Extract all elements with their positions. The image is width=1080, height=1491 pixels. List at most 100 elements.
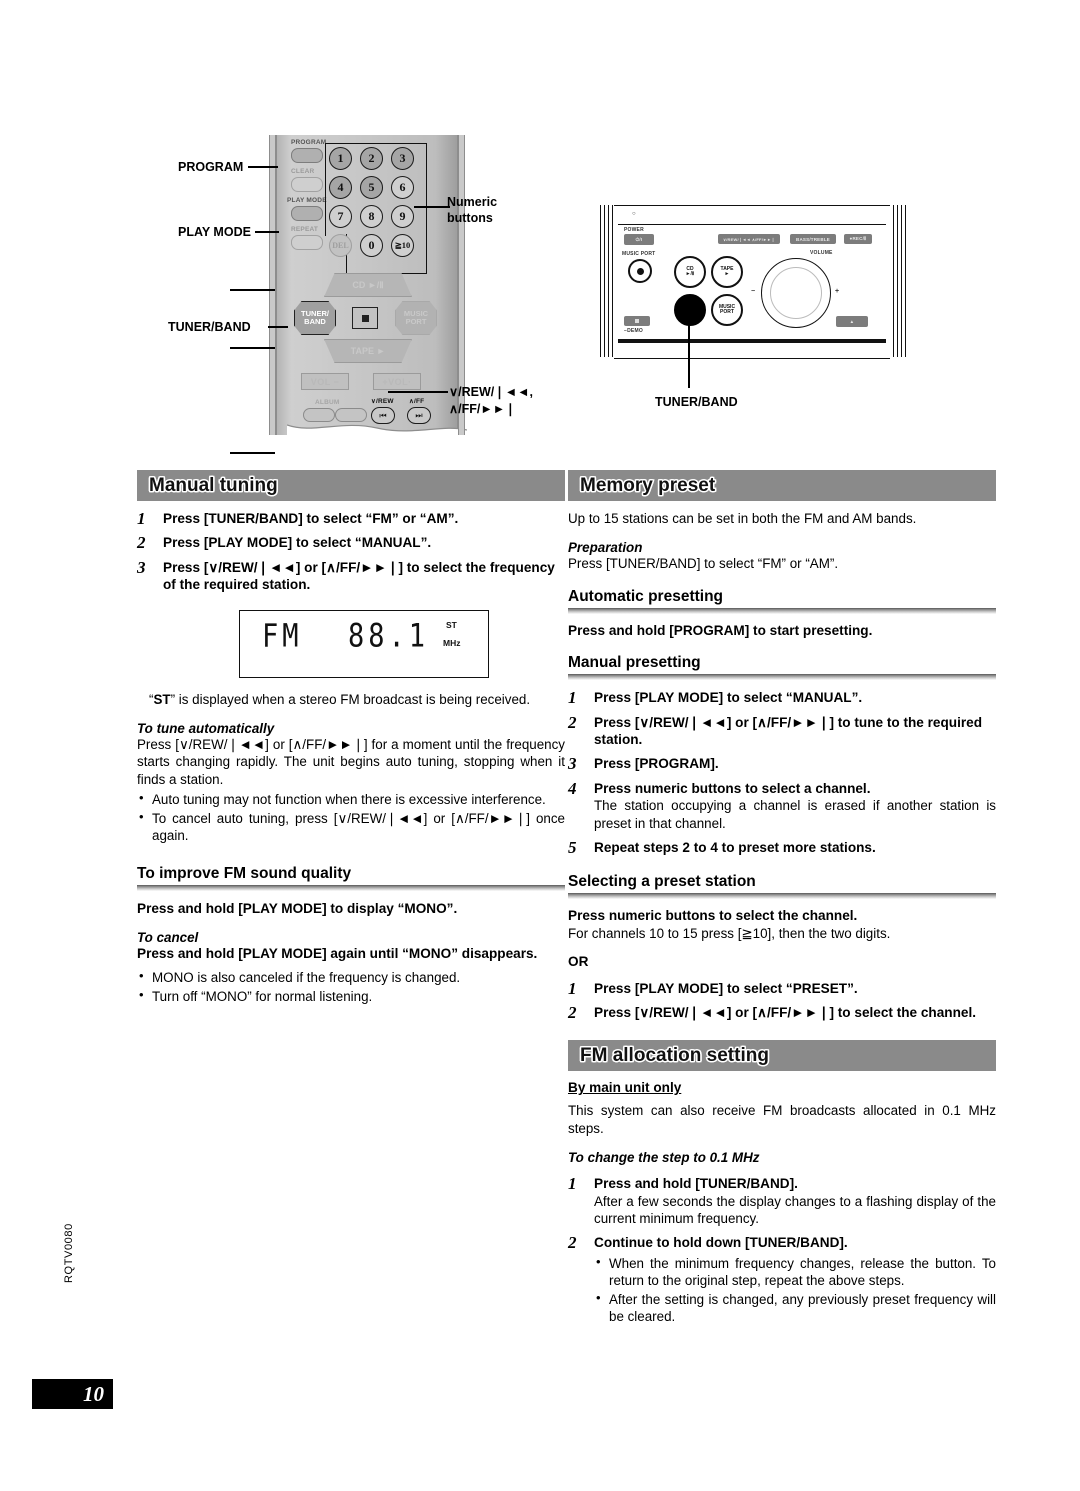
remote-key-7[interactable]: 7	[329, 205, 352, 228]
fm-allocation-steps: 1 Press and hold [TUNER/BAND]. After a f…	[568, 1174, 996, 1326]
lcd-display-figure: FM 88.1 ST MHz	[239, 609, 489, 678]
subsection-rule	[568, 893, 996, 900]
stereo-note-text: “ST” is displayed when a stereo FM broad…	[149, 691, 565, 708]
unit-divider-line	[618, 224, 886, 225]
unit-power-label: POWER	[624, 227, 644, 233]
remote-repeat-button[interactable]	[291, 235, 323, 250]
prev-track-icon: ⏮	[379, 410, 387, 420]
key-label: 8	[368, 209, 375, 223]
unit-eject-button[interactable]: ▲	[836, 316, 868, 327]
subsection-rule	[568, 607, 996, 614]
remote-album-prev-button[interactable]	[303, 408, 335, 422]
remote-key-8[interactable]: 8	[360, 205, 383, 228]
product-diagrams: PROGRAM CLEAR PLAY MODE REPEAT 1 2 3 4 5…	[0, 0, 1080, 460]
key-label: 5	[368, 180, 375, 194]
remote-key-6[interactable]: 6	[391, 176, 414, 199]
unit-stop-button[interactable]	[624, 316, 650, 326]
remote-volume-down-button[interactable]: VOL −	[301, 373, 349, 390]
cd-button-label: CD ►/Ⅱ	[352, 279, 384, 290]
remote-play-mode-button[interactable]	[291, 206, 323, 221]
unit-volume-plus: +	[835, 288, 840, 295]
step-item: 2 Press [∨/REW/❘◄◄] or [∧/FF/►►❘] to sel…	[568, 1003, 996, 1022]
step-text: Press [∨/REW/❘◄◄] or [∧/FF/►►❘] to selec…	[594, 1005, 977, 1021]
key-label: 6	[399, 180, 406, 194]
main-unit-front-panel: ○ POWER ⏻/I ∨/REW/❘◄◄ ∧/FF/►►❘ BASS/TREB…	[614, 205, 890, 359]
selecting-preset-or: OR	[568, 954, 589, 970]
remote-key-9[interactable]: 9	[391, 205, 414, 228]
step-item: 1 Press [TUNER/BAND] to select “FM” or “…	[137, 509, 565, 528]
leader-line-program	[230, 289, 275, 291]
unit-power-button[interactable]: ⏻/I	[624, 234, 654, 245]
key-label: 7	[337, 209, 344, 223]
leader-line-skip	[388, 391, 448, 393]
remote-key-over10[interactable]: ≧10	[391, 234, 414, 257]
remote-key-1[interactable]: 1	[329, 147, 352, 170]
remote-album-label: ALBUM	[315, 399, 340, 406]
memory-preset-intro: Up to 15 stations can be set in both the…	[568, 511, 917, 526]
step-item: 3 Press [∨/REW/❘◄◄] or [∧/FF/►►❘] to sel…	[137, 557, 565, 594]
callout-numeric-buttons: Numeric buttons	[447, 194, 497, 227]
unit-tape-button[interactable]: TAPE ►	[711, 256, 743, 288]
unit-rec-button[interactable]: ●REC/Ⅱ	[844, 234, 872, 244]
skip-callout-line2: ∧/FF/►►❘	[449, 401, 516, 416]
unit-music-port-jack[interactable]	[628, 259, 652, 283]
step-text: Press [PLAY MODE] to select “PRESET”.	[594, 980, 858, 996]
vol-up-label: +VOL·	[382, 376, 412, 387]
remote-program-button[interactable]	[291, 148, 323, 163]
unit-music-port-button[interactable]: MUSIC PORT	[711, 294, 743, 326]
remote-key-4[interactable]: 4	[329, 176, 352, 199]
manual-tuning-steps: 1 Press [TUNER/BAND] to select “FM” or “…	[137, 509, 565, 594]
leader-line-tuner-band	[230, 452, 275, 454]
unit-bottom-bar	[618, 339, 886, 343]
remote-volume-up-button[interactable]: +VOL·	[373, 373, 421, 390]
fm-quality-bold-line: Press and hold [PLAY MODE] to display “M…	[137, 900, 458, 916]
remote-album-next-button[interactable]	[335, 408, 367, 422]
step-text: Press [PLAY MODE] to select “MANUAL”.	[594, 690, 863, 706]
remote-stop-button[interactable]	[352, 307, 378, 329]
unit-skip-buttons[interactable]: ∨/REW/❘◄◄ ∧/FF/►►❘	[718, 234, 780, 244]
step-item: 1 Press [PLAY MODE] to select “PRESET”.	[568, 979, 996, 998]
leader-line-numeric	[414, 206, 450, 208]
step-number: 5	[568, 838, 577, 858]
remote-key-del[interactable]: DEL	[329, 234, 352, 257]
remote-rew-skip-button[interactable]: ⏮	[371, 407, 395, 424]
bullet-item: After the setting is changed, any previo…	[594, 1290, 996, 1326]
remote-music-port-button[interactable]: MUSIC PORT	[395, 301, 437, 335]
step-text: Press [PLAY MODE] to select “MANUAL”.	[163, 535, 432, 551]
subsection-manual-presetting: Manual presetting	[568, 654, 996, 681]
unit-stop-icon	[635, 319, 639, 323]
lcd-stereo-indicator: ST	[446, 619, 457, 630]
step-number: 3	[137, 557, 146, 577]
step-body: The station occupying a channel is erase…	[594, 798, 996, 831]
callout-program: PROGRAM	[178, 160, 244, 174]
unit-bass-treble-button[interactable]: BASS/TREBLE	[790, 234, 836, 244]
selecting-preset-steps: 1 Press [PLAY MODE] to select “PRESET”. …	[568, 979, 996, 1022]
remote-key-2[interactable]: 2	[360, 147, 383, 170]
subsection-automatic-presetting: Automatic presetting	[568, 588, 996, 614]
remote-control-diagram: PROGRAM CLEAR PLAY MODE REPEAT 1 2 3 4 5…	[230, 135, 467, 454]
unit-tuner-band-button[interactable]	[674, 294, 706, 326]
unit-right-edge	[901, 205, 906, 357]
remote-clear-button[interactable]	[291, 177, 323, 192]
remote-ff-skip-button[interactable]: ⏭	[407, 407, 431, 424]
step-item: 2 Press [∨/REW/❘◄◄] or [∧/FF/►►❘] to tun…	[568, 713, 996, 749]
remote-repeat-label: REPEAT	[291, 226, 319, 233]
unit-cd-button[interactable]: CD ►/Ⅱ	[674, 256, 706, 288]
remote-cd-play-pause-button[interactable]: CD ►/Ⅱ	[324, 273, 412, 297]
callout-skip-buttons: ∨/REW/❘◄◄, ∧/FF/►►❘	[449, 384, 533, 418]
unit-tape-label: TAPE ►	[720, 265, 734, 277]
section-header-memory-preset: Memory preset	[568, 470, 996, 501]
callout-play-mode: PLAY MODE	[178, 225, 251, 239]
remote-key-5[interactable]: 5	[360, 176, 383, 199]
step-text: Press numeric buttons to select a channe…	[594, 780, 871, 796]
remote-tape-play-button[interactable]: TAPE ►	[324, 339, 412, 363]
unit-volume-minus: −	[751, 288, 756, 295]
selecting-preset-bold: Press numeric buttons to select the chan…	[568, 908, 858, 924]
remote-ff-label: ∧/FF	[409, 398, 425, 405]
remote-tuner-band-button[interactable]: TUNER/ BAND	[294, 301, 336, 335]
remote-key-0[interactable]: 0	[360, 234, 383, 257]
remote-key-3[interactable]: 3	[391, 147, 414, 170]
unit-volume-knob-inner[interactable]	[770, 267, 822, 319]
leader-line-tuner-band-right	[268, 326, 288, 328]
step-body: After a few seconds the display changes …	[594, 1193, 996, 1227]
